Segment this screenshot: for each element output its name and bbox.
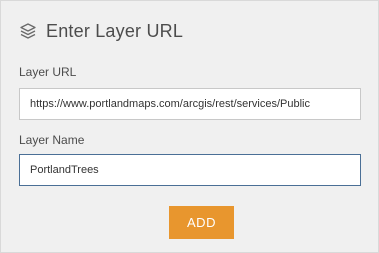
enter-layer-url-panel: Enter Layer URL Layer URL Layer Name ADD: [0, 0, 379, 253]
panel-title: Enter Layer URL: [46, 20, 184, 41]
add-button[interactable]: ADD: [169, 206, 234, 239]
layer-name-label: Layer Name: [19, 133, 85, 147]
layer-name-input[interactable]: [19, 154, 361, 186]
panel-header: Enter Layer URL: [19, 17, 183, 45]
layer-url-input[interactable]: [19, 88, 361, 120]
layer-url-label: Layer URL: [19, 65, 77, 79]
layers-icon: [19, 22, 37, 40]
